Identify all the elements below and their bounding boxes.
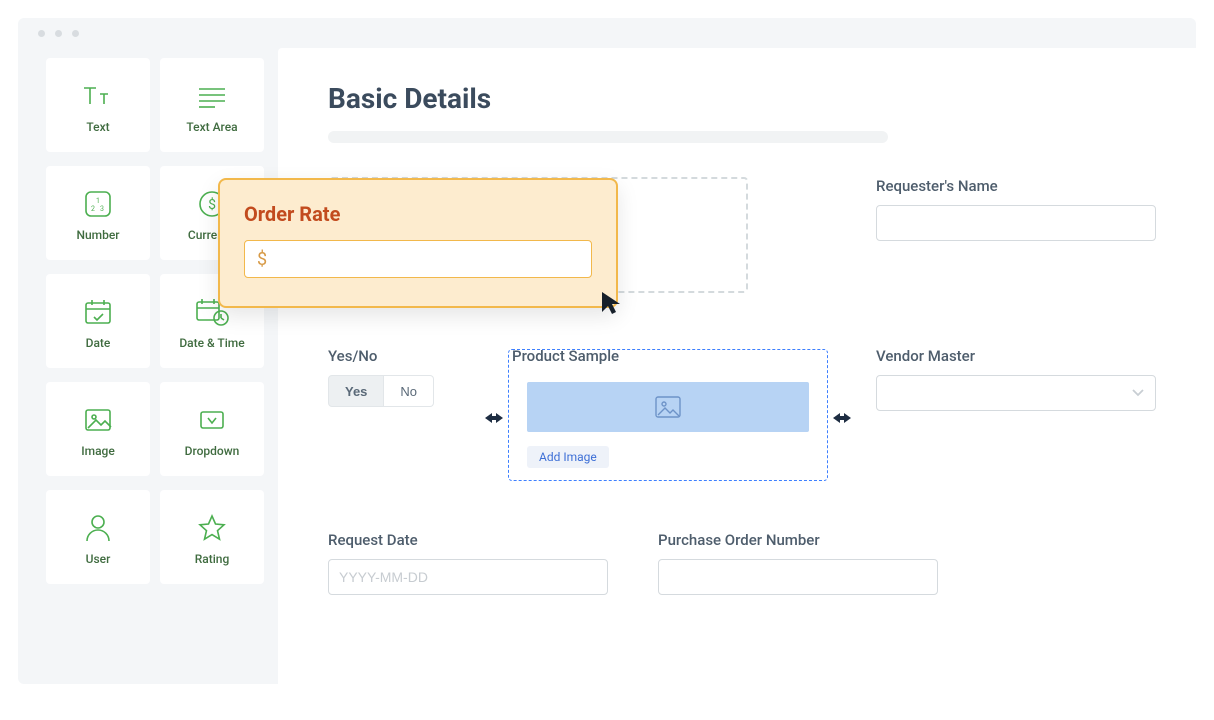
palette-item-label: Image [81, 444, 115, 458]
svg-text:$: $ [208, 196, 216, 213]
palette-item-label: Number [76, 228, 119, 242]
palette-item-label: Text [86, 120, 109, 134]
app-window: Text Text Area 1 2 3 [18, 18, 1196, 684]
palette-item-label: User [86, 552, 111, 566]
cursor-icon [600, 290, 622, 316]
textarea-icon [192, 78, 232, 114]
palette-item-textarea[interactable]: Text Area [160, 58, 264, 152]
product-sample-box[interactable]: Add Image [508, 349, 828, 481]
yesno-yes-button[interactable]: Yes [328, 375, 384, 407]
add-image-button[interactable]: Add Image [527, 446, 609, 468]
resize-handle-left-icon[interactable] [484, 411, 504, 425]
chevron-down-icon [1132, 389, 1144, 397]
form-canvas: Basic Details Requester's Name Yes/No Ye… [278, 48, 1196, 684]
svg-text:2: 2 [91, 205, 95, 213]
dropdown-icon [192, 402, 232, 438]
requester-label: Requester's Name [876, 177, 1156, 195]
palette-item-label: Text Area [186, 120, 237, 134]
resize-handle-right-icon[interactable] [832, 411, 852, 425]
user-icon [78, 510, 118, 546]
page-title: Basic Details [328, 82, 1156, 115]
image-placeholder-icon [527, 382, 809, 432]
window-dot [38, 30, 45, 37]
request-date-input[interactable] [328, 559, 608, 595]
field-po-number: Purchase Order Number [658, 531, 938, 595]
palette-item-text[interactable]: Text [46, 58, 150, 152]
yesno-no-button[interactable]: No [384, 375, 434, 407]
palette-item-number[interactable]: 1 2 3 Number [46, 166, 150, 260]
window-dot [72, 30, 79, 37]
field-palette: Text Text Area 1 2 3 [18, 48, 278, 684]
currency-prefix: $ [257, 249, 267, 270]
field-product-sample: Product Sample Add Image [508, 347, 828, 481]
window-dot [55, 30, 62, 37]
workspace: Text Text Area 1 2 3 [18, 48, 1196, 684]
text-icon [78, 78, 118, 114]
field-request-date: Request Date [328, 531, 608, 595]
vendor-label: Vendor Master [876, 347, 1156, 365]
drag-card-title: Order Rate [244, 202, 592, 226]
field-yesno: Yes/No Yes No [328, 347, 478, 407]
palette-item-label: Dropdown [185, 444, 240, 458]
palette-item-label: Date & Time [179, 336, 244, 350]
palette-item-dropdown[interactable]: Dropdown [160, 382, 264, 476]
subtitle-placeholder [328, 131, 888, 143]
palette-item-date[interactable]: Date [46, 274, 150, 368]
date-icon [78, 294, 118, 330]
requester-input[interactable] [876, 205, 1156, 241]
field-vendor-master: Vendor Master [876, 347, 1156, 411]
rating-icon [192, 510, 232, 546]
po-number-label: Purchase Order Number [658, 531, 938, 549]
vendor-select[interactable] [876, 375, 1156, 411]
palette-item-label: Rating [195, 552, 230, 566]
request-date-label: Request Date [328, 531, 608, 549]
palette-item-label: Date [86, 336, 111, 350]
palette-item-image[interactable]: Image [46, 382, 150, 476]
svg-text:1: 1 [96, 197, 100, 205]
number-icon: 1 2 3 [78, 186, 118, 222]
dragging-field-card[interactable]: Order Rate $ [218, 178, 618, 308]
field-requester: Requester's Name [876, 177, 1156, 241]
svg-text:3: 3 [100, 205, 104, 213]
drag-card-input[interactable]: $ [244, 240, 592, 278]
yesno-label: Yes/No [328, 347, 478, 365]
palette-item-rating[interactable]: Rating [160, 490, 264, 584]
window-titlebar [18, 18, 1196, 48]
image-icon [78, 402, 118, 438]
yesno-segmented: Yes No [328, 375, 434, 407]
po-number-input[interactable] [658, 559, 938, 595]
palette-item-user[interactable]: User [46, 490, 150, 584]
